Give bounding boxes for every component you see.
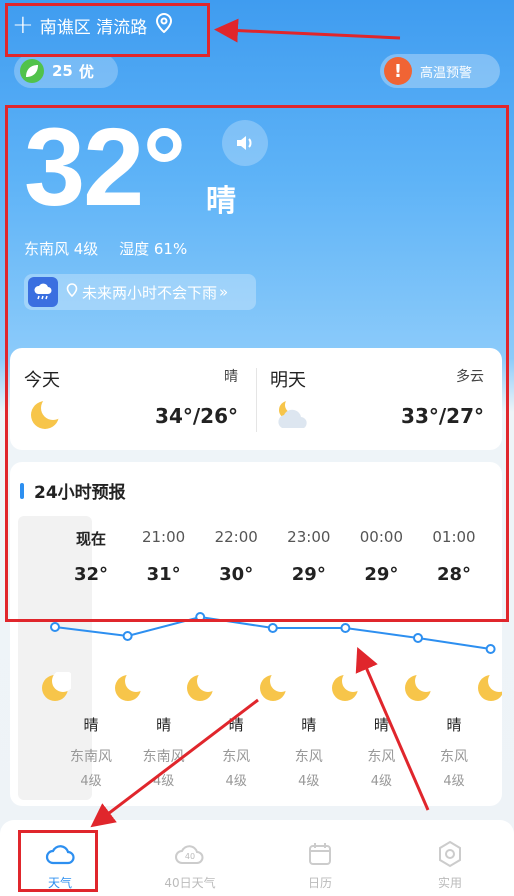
annotation-arrows: [90, 18, 430, 828]
annotation-arrow: [90, 698, 259, 828]
annotation-arrow: [355, 646, 430, 811]
annotation-arrow: [214, 18, 401, 43]
